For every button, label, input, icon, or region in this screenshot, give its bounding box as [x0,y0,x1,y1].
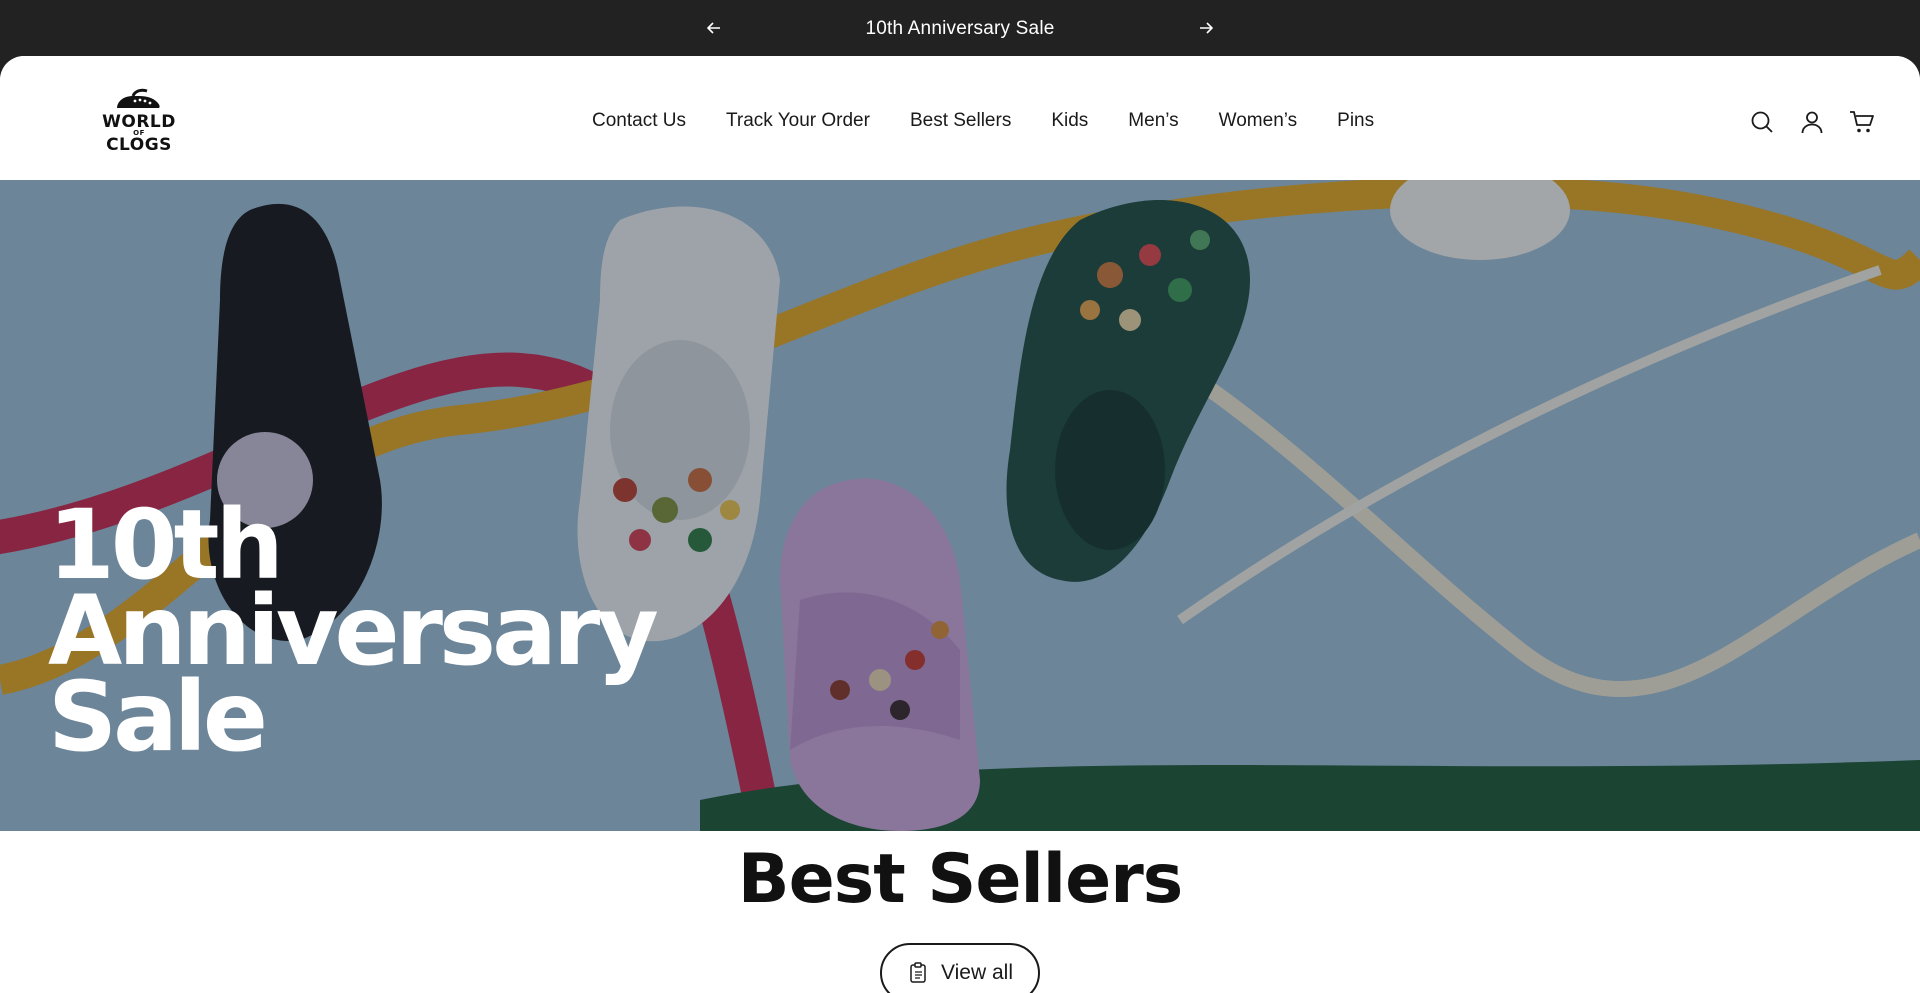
cart-button[interactable] [1848,108,1876,136]
site-header: WORLD OF CLOGS Contact Us Track Your Ord… [0,56,1920,180]
announcement-prev-button[interactable] [702,16,726,40]
nav-contact-us[interactable]: Contact Us [592,110,686,132]
announcement-bar: 10th Anniversary Sale [0,0,1920,56]
announcement-next-button[interactable] [1194,16,1218,40]
clog-logo-icon [117,88,160,111]
account-icon [1801,111,1823,134]
nav-best-sellers[interactable]: Best Sellers [910,110,1011,132]
arrow-right-icon [1200,22,1213,34]
search-button[interactable] [1748,108,1776,136]
hero-title: 10th Anniversary Sale [48,497,659,765]
announcement-text[interactable]: 10th Anniversary Sale [760,18,1160,40]
site-logo[interactable]: WORLD OF CLOGS [88,88,190,164]
nav-kids[interactable]: Kids [1051,110,1088,132]
account-button[interactable] [1798,108,1826,136]
search-icon [1751,111,1773,133]
hero-banner[interactable]: 10th Anniversary Sale [0,180,1920,831]
nav-womens[interactable]: Women’s [1219,110,1298,132]
nav-pins[interactable]: Pins [1337,110,1374,132]
view-all-button[interactable]: View all [880,943,1040,993]
best-sellers-title: Best Sellers [737,840,1183,919]
view-all-label: View all [941,961,1013,984]
arrow-left-icon [707,22,720,34]
list-icon [910,962,926,983]
main-nav: Contact Us Track Your Order Best Sellers… [592,110,1374,132]
nav-mens[interactable]: Men’s [1128,110,1178,132]
nav-track-order[interactable]: Track Your Order [726,110,870,132]
logo-line-1: WORLD [102,112,176,132]
logo-line-3: CLOGS [106,135,172,155]
header-actions [1748,108,1876,136]
cart-icon [1850,111,1874,133]
